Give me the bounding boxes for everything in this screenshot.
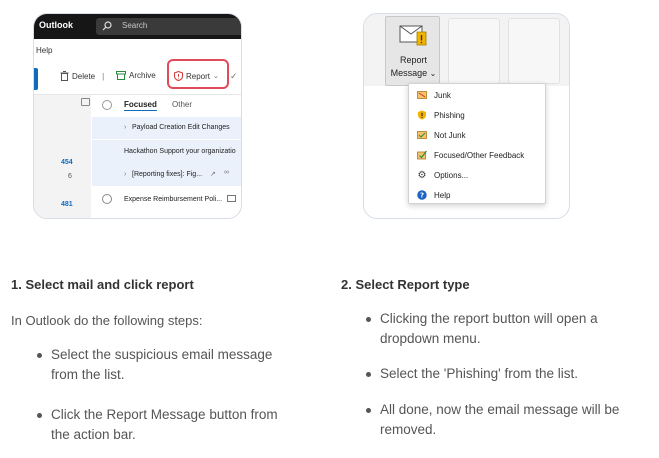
step1-intro: In Outlook do the following steps: <box>11 313 203 328</box>
mail-subject: [Reporting fixes]: Fig... <box>132 171 203 178</box>
report-button-line1: Report <box>399 55 427 65</box>
mail-subject: Payload Creation Edit Changes <box>132 124 230 131</box>
archive-label: Archive <box>129 71 156 80</box>
step2-heading: 2. Select Report type <box>341 277 470 292</box>
phishing-shield-icon <box>417 110 427 120</box>
folder-count: 454 <box>61 159 73 166</box>
forward-icon[interactable]: ↗ <box>210 170 216 178</box>
step2-bullet: Select the 'Phishing' from the list. <box>380 364 578 384</box>
search-box[interactable]: Search <box>96 18 241 35</box>
mail-subject: Hackathon Support your organizatio <box>124 148 236 155</box>
outlook-brand: Outlook <box>39 20 73 30</box>
menu-item-not-junk[interactable]: Not Junk <box>417 127 466 143</box>
menu-item-junk[interactable]: Junk <box>417 87 451 103</box>
ribbon-slot <box>448 18 500 84</box>
bullet <box>366 408 371 413</box>
menu-item-options[interactable]: ⚙ Options... <box>417 167 469 183</box>
mail-row[interactable]: Hackathon Support your organizatio <box>92 140 241 164</box>
bullet-line: Select the suspicious email message <box>51 347 273 362</box>
menu-item-feedback[interactable]: Focused/Other Feedback <box>417 147 524 163</box>
outlook-screenshot: Outlook Search Help Delete | Archive Rep… <box>33 13 242 219</box>
bullet-line: dropdown menu. <box>380 331 481 346</box>
menu-item-label: Junk <box>434 90 451 100</box>
junk-icon <box>417 90 427 100</box>
trash-icon <box>60 71 69 81</box>
report-highlight <box>167 59 229 89</box>
mail-row[interactable]: Expense Reimbursement Poli... <box>92 189 241 211</box>
archive-button[interactable]: Archive <box>116 71 156 80</box>
help-icon: ? <box>417 190 427 200</box>
separator: | <box>102 71 105 81</box>
step2-bullet: Clicking the report button will open a d… <box>380 309 598 349</box>
folder-count: 6 <box>68 173 72 180</box>
step2-bullet: All done, now the email message will be … <box>380 400 619 440</box>
tab-focused[interactable]: Focused <box>124 100 157 111</box>
menu-item-phishing[interactable]: Phishing <box>417 107 465 123</box>
search-placeholder: Search <box>122 21 148 30</box>
menu-item-label: Help <box>434 190 451 200</box>
report-message-button[interactable]: Report Message ⌄ <box>385 16 440 86</box>
menu-item-label: Focused/Other Feedback <box>434 150 525 160</box>
bullet-line: Clicking the report button will open a <box>380 311 598 326</box>
feedback-icon <box>417 150 427 160</box>
delete-label: Delete <box>72 71 96 81</box>
mailbox-icon[interactable] <box>81 98 90 106</box>
outlook-title-bar: Outlook Search <box>34 14 241 39</box>
tab-other[interactable]: Other <box>172 100 192 109</box>
report-button-line2: Message ⌄ <box>390 68 437 78</box>
bullet-line: Select the 'Phishing' from the list. <box>380 366 578 381</box>
mail-subject: Expense Reimbursement Poli... <box>124 196 223 203</box>
bullet-line: removed. <box>380 422 437 437</box>
link-icon[interactable]: ∞ <box>224 169 229 176</box>
bullet-line: from the list. <box>51 367 125 382</box>
not-junk-icon <box>417 130 427 140</box>
bullet-line: Click the Report Message button from <box>51 407 278 422</box>
svg-text:?: ? <box>420 192 424 200</box>
report-envelope-icon <box>399 25 427 46</box>
chevron-down-icon: ⌄ <box>429 69 437 78</box>
report-dropdown-menu: Junk Phishing Not Junk Focused/Other Fee… <box>408 83 546 204</box>
bullet-line: All done, now the email message will be <box>380 402 620 417</box>
help-menu[interactable]: Help <box>36 46 52 55</box>
mail-row[interactable]: › [Reporting fixes]: Fig... ↗ ∞ <box>92 164 241 186</box>
menu-item-help[interactable]: ? Help <box>417 187 450 203</box>
chevron-right-icon: › <box>124 124 127 131</box>
envelope-icon[interactable] <box>227 195 236 202</box>
bullet <box>366 317 371 322</box>
mail-row[interactable]: › Payload Creation Edit Changes <box>92 117 241 139</box>
bullet <box>37 353 42 358</box>
ribbon-slot <box>508 18 560 84</box>
bullet-line: the action bar. <box>51 427 136 442</box>
bullet <box>37 413 42 418</box>
chevron-right-icon: › <box>124 171 127 178</box>
sweep-icon[interactable]: ✓ <box>230 71 238 82</box>
search-icon <box>102 21 112 31</box>
bullet <box>366 372 371 377</box>
archive-icon <box>116 71 126 80</box>
step1-bullet: Select the suspicious email message from… <box>51 345 272 385</box>
report-menu-screenshot: Report Message ⌄ Junk Phishing Not Junk <box>363 13 570 219</box>
row-select-radio[interactable] <box>102 194 112 204</box>
menu-item-label: Phishing <box>434 110 465 120</box>
step1-bullet: Click the Report Message button from the… <box>51 405 278 445</box>
delete-button[interactable]: Delete | <box>60 71 104 81</box>
menu-item-label: Options... <box>434 170 469 180</box>
gear-icon: ⚙ <box>417 169 427 181</box>
ribbon-accent <box>34 68 38 90</box>
folder-count: 481 <box>61 201 73 208</box>
select-all-checkbox[interactable] <box>102 100 112 110</box>
menu-item-label: Not Junk <box>434 130 466 140</box>
step1-heading: 1. Select mail and click report <box>11 277 194 292</box>
